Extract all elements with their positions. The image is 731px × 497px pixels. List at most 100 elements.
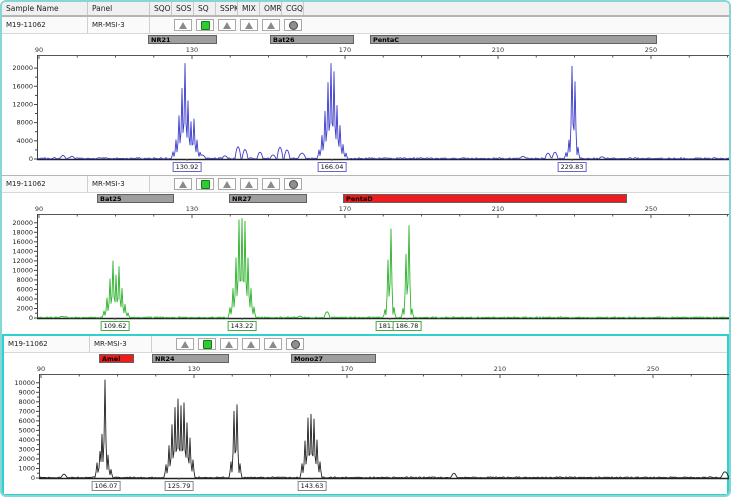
- electropherogram-plot[interactable]: 040008000120001600020000: [2, 55, 729, 161]
- flag-box-sspk[interactable]: [218, 19, 236, 31]
- marker-bar-bat25[interactable]: Bat25: [97, 194, 174, 203]
- marker-bar-amel[interactable]: Amel: [99, 354, 134, 363]
- flag-cell-cgq: [282, 178, 304, 190]
- peak-size-label[interactable]: 106.07: [92, 481, 121, 491]
- panel-name-cell: MR-MSI-3: [90, 336, 152, 352]
- electropherogram-plot[interactable]: 0200040006000800010000120001400016000180…: [2, 214, 729, 320]
- x-axis-tick-labels: 90130170210250: [2, 46, 729, 55]
- trace-line: [38, 219, 730, 319]
- peak-size-label[interactable]: 125.79: [165, 481, 194, 491]
- marker-bar-nr27[interactable]: NR27: [229, 194, 307, 203]
- x-axis-tick-label: 90: [35, 205, 43, 213]
- flag-cell-cgq: [284, 338, 306, 350]
- svg-text:20000: 20000: [12, 219, 33, 227]
- x-axis-tick-label: 130: [186, 46, 198, 54]
- flag-box-sq[interactable]: [198, 338, 216, 350]
- column-header-omr: OMR: [260, 2, 282, 15]
- marker-bar-pentac[interactable]: PentaC: [370, 35, 657, 44]
- results-table-header: Sample Name Panel SQO SOS SQ SSPK MIX OM…: [2, 2, 729, 16]
- flag-box-sos[interactable]: [174, 178, 192, 190]
- flag-cell-sq: [196, 338, 218, 350]
- flag-cell-mix: [238, 178, 260, 190]
- quality-circle-icon: [291, 340, 300, 349]
- flag-box-sos[interactable]: [176, 338, 194, 350]
- marker-lane: Amel NR24 Mono27: [4, 353, 727, 365]
- flag-cell-omr: [260, 19, 282, 31]
- flag-cell-sspk: [216, 178, 238, 190]
- marker-bar-nr21[interactable]: NR21: [148, 35, 217, 44]
- peak-label-row: 106.07 125.79 143.63: [4, 480, 727, 494]
- flag-box-mix[interactable]: [242, 338, 260, 350]
- x-axis-tick-label: 250: [645, 205, 657, 213]
- flag-box-mix[interactable]: [240, 19, 258, 31]
- sample-row[interactable]: M19-11062MR-MSI-3: [4, 336, 727, 353]
- column-header-panel: Panel: [88, 2, 150, 15]
- flag-box-sq[interactable]: [196, 19, 214, 31]
- peak-size-label[interactable]: 109.62: [101, 321, 130, 331]
- electropherogram-panel: M19-11062MR-MSI-3Bat25NR27PentaD90130170…: [2, 175, 729, 334]
- marker-bar-mono27[interactable]: Mono27: [291, 354, 376, 363]
- column-header-spacer: [304, 2, 729, 15]
- flag-cell-sos: [172, 178, 194, 190]
- x-axis-tick-label: 130: [188, 365, 200, 373]
- sample-row[interactable]: M19-11062MR-MSI-3: [2, 17, 729, 34]
- peak-size-label[interactable]: 130.92: [173, 162, 202, 172]
- sample-name-cell: M19-11062: [2, 17, 88, 33]
- pass-square-icon: [203, 340, 212, 349]
- peak-size-label[interactable]: 143.22: [228, 321, 257, 331]
- svg-text:8000: 8000: [18, 398, 35, 406]
- flag-box-omr[interactable]: [264, 338, 282, 350]
- sample-name-cell: M19-11062: [2, 176, 88, 192]
- marker-bar-bat26[interactable]: Bat26: [270, 35, 354, 44]
- svg-text:6000: 6000: [16, 285, 33, 293]
- marker-bar-pentad[interactable]: PentaD: [343, 194, 627, 203]
- flag-box-omr[interactable]: [262, 19, 280, 31]
- peak-size-label[interactable]: 229.83: [558, 162, 587, 172]
- svg-text:6000: 6000: [18, 417, 35, 425]
- flag-box-omr[interactable]: [262, 178, 280, 190]
- flag-box-sq[interactable]: [196, 178, 214, 190]
- warning-triangle-icon: [267, 22, 275, 29]
- peak-size-label[interactable]: 166.04: [318, 162, 347, 172]
- column-header-sq: SQ: [194, 2, 216, 15]
- warning-triangle-icon: [223, 22, 231, 29]
- flag-box-cgq[interactable]: [284, 19, 302, 31]
- warning-triangle-icon: [267, 181, 275, 188]
- flag-box-sspk[interactable]: [218, 178, 236, 190]
- x-axis-tick-label: 170: [341, 365, 353, 373]
- flag-box-sos[interactable]: [174, 19, 192, 31]
- electropherogram-panels: M19-11062MR-MSI-3NR21Bat26PentaC90130170…: [2, 16, 729, 496]
- svg-text:8000: 8000: [16, 119, 33, 127]
- flag-cell-sos: [174, 338, 196, 350]
- flag-cell-cgq: [282, 19, 304, 31]
- quality-circle-icon: [289, 180, 298, 189]
- x-axis-tick-label: 90: [37, 365, 45, 373]
- electropherogram-plot[interactable]: 0100020003000400050006000700080009000100…: [4, 374, 727, 480]
- peak-size-label[interactable]: 143.63: [298, 481, 327, 491]
- flag-cell-sq: [194, 178, 216, 190]
- warning-triangle-icon: [181, 341, 189, 348]
- svg-text:14000: 14000: [12, 247, 33, 255]
- flag-box-mix[interactable]: [240, 178, 258, 190]
- warning-triangle-icon: [225, 341, 233, 348]
- x-axis-tick-label: 170: [339, 46, 351, 54]
- marker-bar-nr24[interactable]: NR24: [152, 354, 229, 363]
- flag-box-cgq[interactable]: [286, 338, 304, 350]
- marker-lane: NR21 Bat26 PentaC: [2, 34, 729, 46]
- column-header-sqo: SQO: [150, 2, 172, 15]
- warning-triangle-icon: [223, 181, 231, 188]
- electropherogram-panel: M19-11062MR-MSI-3NR21Bat26PentaC90130170…: [2, 16, 729, 175]
- x-axis-tick-label: 210: [492, 46, 504, 54]
- flag-box-sspk[interactable]: [220, 338, 238, 350]
- flag-cell-sq: [194, 19, 216, 31]
- peak-label-row: 130.92 166.04 229.83: [2, 161, 729, 175]
- flag-box-cgq[interactable]: [284, 178, 302, 190]
- flag-cell-sos: [172, 19, 194, 31]
- peak-size-label[interactable]: 186.78: [393, 321, 422, 331]
- sample-row[interactable]: M19-11062MR-MSI-3: [2, 176, 729, 193]
- svg-text:18000: 18000: [12, 228, 33, 236]
- electropherogram-panel: M19-11062MR-MSI-3AmelNR24Mono27901301702…: [2, 334, 729, 496]
- x-axis-tick-label: 170: [339, 205, 351, 213]
- column-header-sample-name: Sample Name: [2, 2, 88, 15]
- marker-lane: Bat25 NR27 PentaD: [2, 193, 729, 205]
